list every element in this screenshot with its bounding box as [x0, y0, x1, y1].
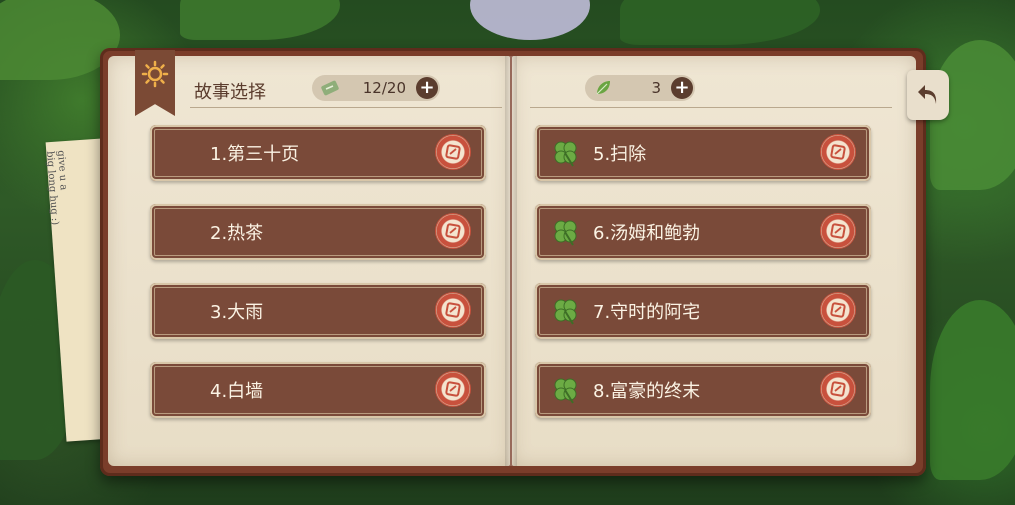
- story-stamp-icon: [821, 293, 855, 327]
- back-arrow-icon: [918, 85, 937, 104]
- story-stamp-icon: [821, 372, 855, 406]
- clover-icon: [554, 220, 577, 246]
- back-button[interactable]: [907, 70, 949, 120]
- story-label: 5.扫除: [593, 144, 647, 165]
- story-button-2[interactable]: 2.热茶: [150, 204, 486, 260]
- sun-icon: [141, 60, 169, 88]
- story-label: 4.白墙: [210, 381, 264, 402]
- leaf-counter: 3 +: [585, 75, 695, 101]
- story-button-4[interactable]: 4.白墙: [150, 362, 486, 418]
- ticket-count: 12/20: [362, 79, 406, 97]
- clover-icon: [554, 299, 577, 325]
- story-button-3[interactable]: 3.大雨: [150, 283, 486, 339]
- clover-icon: [554, 141, 577, 167]
- story-stamp-icon: [821, 135, 855, 169]
- story-button-5[interactable]: 5.扫除: [535, 125, 871, 181]
- foliage: [470, 0, 590, 40]
- story-label: 8.富豪的终末: [593, 381, 701, 402]
- foliage: [620, 0, 820, 45]
- sticky-note-text: give u a big long hug :): [44, 150, 70, 226]
- foliage: [930, 300, 1015, 480]
- story-label: 6.汤姆和鲍勃: [593, 223, 701, 244]
- story-label: 2.热茶: [210, 223, 264, 244]
- page-title: 故事选择: [194, 82, 266, 103]
- story-stamp-icon: [436, 372, 470, 406]
- story-label: 3.大雨: [210, 302, 264, 323]
- ticket-counter: 12/20 +: [312, 75, 440, 101]
- clover-icon: [554, 378, 577, 404]
- header-divider-left: [190, 107, 502, 108]
- leaf-count: 3: [651, 79, 661, 97]
- book-spine: [505, 56, 517, 466]
- header-divider-right: [530, 107, 892, 108]
- story-stamp-icon: [436, 293, 470, 327]
- story-button-7[interactable]: 7.守时的阿宅: [535, 283, 871, 339]
- story-label: 7.守时的阿宅: [593, 302, 701, 323]
- add-leaf-button[interactable]: +: [671, 77, 693, 99]
- story-stamp-icon: [436, 135, 470, 169]
- add-ticket-button[interactable]: +: [416, 77, 438, 99]
- foliage: [180, 0, 340, 40]
- story-stamp-icon: [821, 214, 855, 248]
- story-button-8[interactable]: 8.富豪的终末: [535, 362, 871, 418]
- story-stamp-icon: [436, 214, 470, 248]
- ticket-icon: [321, 80, 339, 96]
- story-button-1[interactable]: 1.第三十页: [150, 125, 486, 181]
- leaf-icon: [596, 81, 610, 95]
- story-button-6[interactable]: 6.汤姆和鲍勃: [535, 204, 871, 260]
- story-label: 1.第三十页: [210, 144, 300, 165]
